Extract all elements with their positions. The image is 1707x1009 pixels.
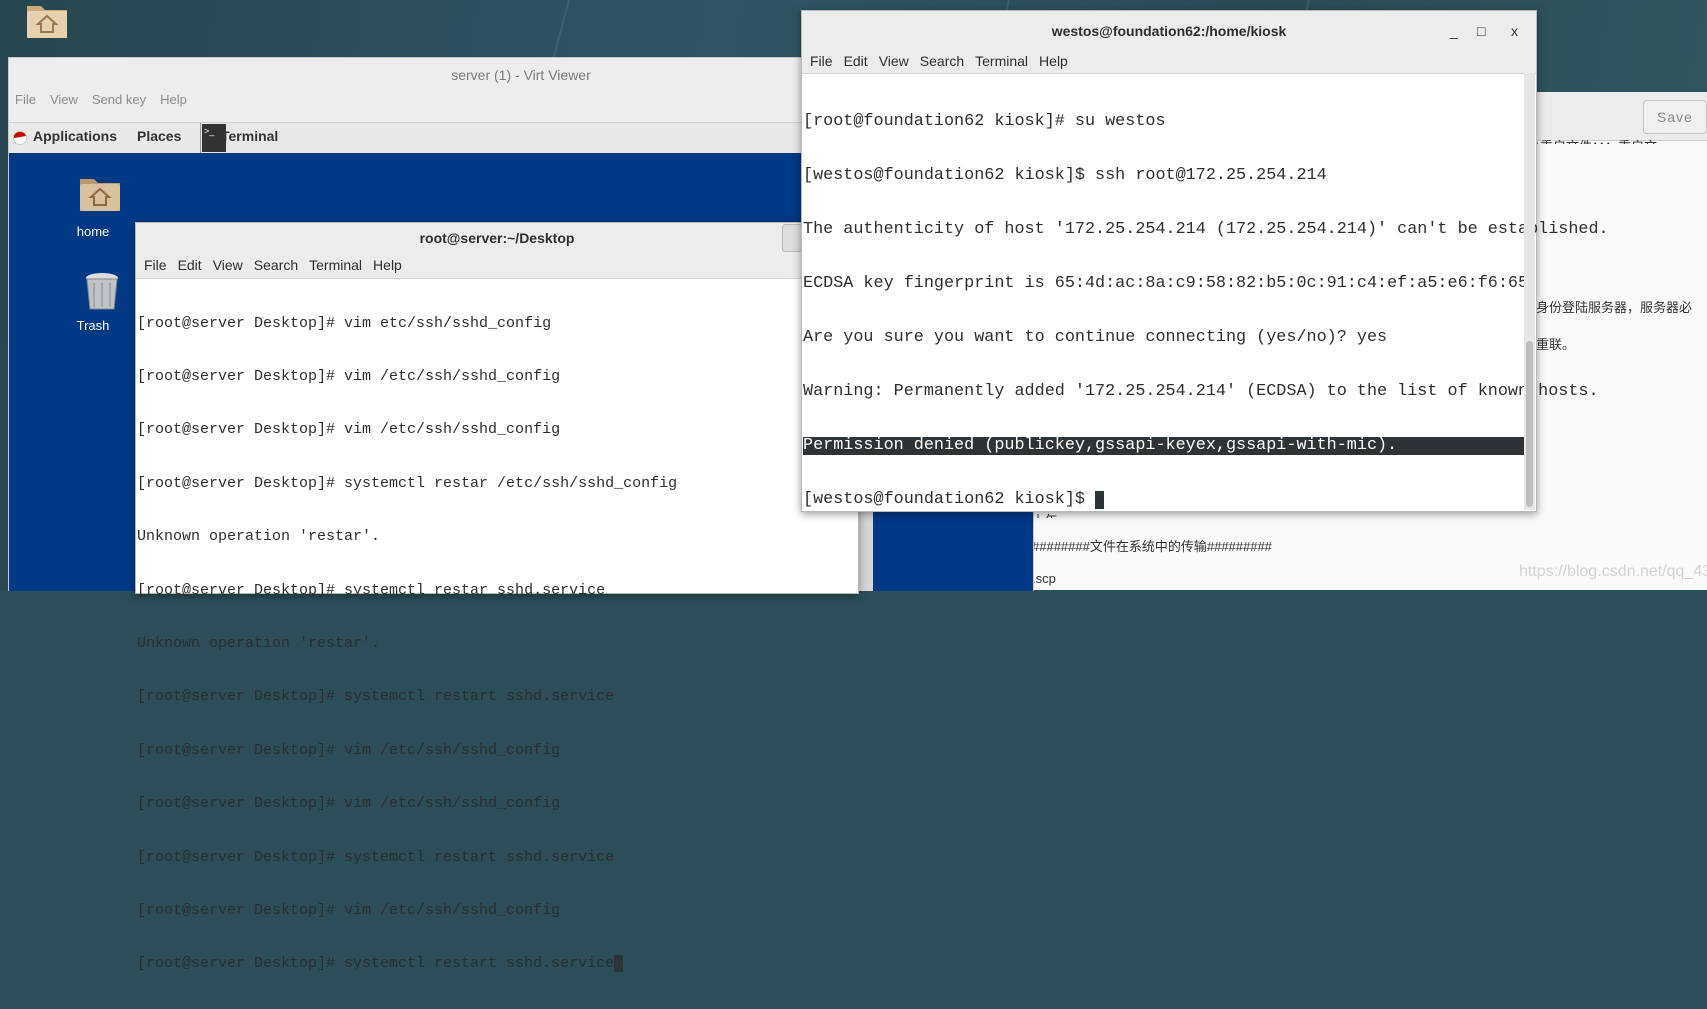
blog-text-line: 总重启文件：：：重启文 bbox=[1527, 136, 1657, 144]
scrollbar-track[interactable] bbox=[1524, 73, 1535, 510]
menu-help[interactable]: Help bbox=[1039, 53, 1068, 69]
terminal-line: [westos@foundation62 kiosk]$ bbox=[803, 490, 1096, 509]
trash-icon bbox=[85, 273, 118, 310]
terminal-line: [root@server Desktop]# systemctl restar … bbox=[137, 581, 606, 599]
terminal-menubar: File Edit View Search Terminal Help bbox=[802, 49, 1536, 74]
background-window-button bbox=[782, 224, 802, 252]
server-terminal-window: root@server:~/Desktop File Edit View Search… bbox=[135, 222, 859, 973]
window-title: root@server:~/Desktop bbox=[136, 223, 858, 253]
menu-search[interactable]: Search bbox=[254, 257, 298, 273]
desktop-icon-label: Trash bbox=[76, 318, 110, 333]
terminal-line: Unknown operation 'restar'. bbox=[137, 634, 381, 652]
blog-text-line: 身份登陆服务器，服务器必 bbox=[1536, 300, 1693, 315]
menu-edit[interactable]: Edit bbox=[178, 257, 202, 273]
menu-help[interactable]: Help bbox=[160, 92, 187, 107]
terminal-line: Are you sure you want to continue connec… bbox=[803, 328, 1388, 347]
desktop-icon-trash[interactable]: Trash bbox=[75, 271, 128, 333]
foundation-terminal-window: westos@foundation62:/home/kiosk _ □ x Fi… bbox=[801, 10, 1609, 512]
menu-view[interactable]: View bbox=[879, 53, 909, 69]
redhat-logo-icon bbox=[13, 131, 27, 145]
desktop-icon-label: home bbox=[76, 224, 110, 239]
places-menu[interactable]: Places bbox=[137, 128, 181, 144]
applications-menu[interactable]: Applications bbox=[33, 128, 117, 144]
terminal-line: ECDSA key fingerprint is 65:4d:ac:8a:c9:… bbox=[803, 274, 1539, 293]
terminal-line: [root@server Desktop]# vim /etc/ssh/sshd… bbox=[137, 367, 561, 385]
scrollbar-thumb[interactable] bbox=[1526, 341, 1533, 507]
terminal-line: [root@foundation62 kiosk]# su westos bbox=[803, 112, 1166, 131]
menu-search[interactable]: Search bbox=[920, 53, 964, 69]
terminal-line: [root@server Desktop]# vim /etc/ssh/sshd… bbox=[137, 741, 561, 759]
blog-text-line: .scp bbox=[1032, 571, 1056, 586]
menu-file[interactable]: File bbox=[144, 257, 167, 273]
terminal-line: [root@server Desktop]# vim /etc/ssh/sshd… bbox=[137, 421, 561, 439]
menu-view[interactable]: View bbox=[50, 92, 78, 107]
save-button[interactable]: Save bbox=[1643, 100, 1707, 134]
minimize-button[interactable]: _ bbox=[1450, 16, 1458, 46]
menu-help[interactable]: Help bbox=[373, 257, 402, 273]
taskbar-terminal[interactable]: Terminal bbox=[221, 128, 278, 144]
window-title: westos@foundation62:/home/kiosk bbox=[802, 11, 1536, 51]
maximize-button[interactable]: □ bbox=[1477, 16, 1485, 46]
menu-terminal[interactable]: Terminal bbox=[975, 53, 1028, 69]
terminal-line: [root@server Desktop]# systemctl restart… bbox=[137, 688, 615, 706]
terminal-output[interactable]: [root@foundation62 kiosk]# su westos [we… bbox=[803, 77, 1609, 545]
terminal-line: [root@server Desktop]# vim /etc/ssh/sshd… bbox=[137, 901, 561, 919]
menu-terminal[interactable]: Terminal bbox=[309, 257, 362, 273]
menu-send-key[interactable]: Send key bbox=[92, 92, 146, 107]
terminal-line: The authenticity of host '172.25.254.214… bbox=[803, 220, 1609, 239]
terminal-line: [root@server Desktop]# systemctl restar … bbox=[137, 474, 678, 492]
menu-file[interactable]: File bbox=[810, 53, 833, 69]
menu-file[interactable]: File bbox=[15, 92, 36, 107]
menu-edit[interactable]: Edit bbox=[844, 53, 868, 69]
terminal-line: Unknown operation 'restar'. bbox=[137, 528, 381, 546]
close-button[interactable]: x bbox=[1511, 16, 1518, 46]
terminal-output[interactable]: [root@server Desktop]# vim etc/ssh/sshd_… bbox=[137, 279, 677, 1009]
text-cursor bbox=[1095, 491, 1105, 509]
blog-text-line: 重联。 bbox=[1536, 337, 1576, 352]
home-folder-icon bbox=[79, 179, 120, 211]
desktop-icon-home[interactable]: home bbox=[71, 175, 128, 239]
host-home-folder-icon[interactable] bbox=[25, 2, 69, 45]
terminal-line: [root@server Desktop]# vim /etc/ssh/sshd… bbox=[137, 795, 561, 813]
menu-view[interactable]: View bbox=[213, 257, 243, 273]
text-cursor bbox=[614, 955, 624, 973]
terminal-line: [root@server Desktop]# systemctl restart… bbox=[137, 955, 615, 973]
terminal-line: Warning: Permanently added '172.25.254.2… bbox=[803, 382, 1599, 401]
terminal-line: [root@server Desktop]# vim etc/ssh/sshd_… bbox=[137, 314, 552, 332]
terminal-line: [root@server Desktop]# systemctl restart… bbox=[137, 848, 615, 866]
terminal-line: [westos@foundation62 kiosk]$ ssh root@17… bbox=[803, 166, 1327, 185]
watermark: https://blog.csdn.net/qq_43340814 bbox=[1519, 563, 1707, 580]
virt-viewer-menubar: File View Send key Help bbox=[15, 92, 201, 114]
terminal-menubar: File Edit View Search Terminal Help bbox=[136, 253, 858, 279]
terminal-line-selected: Permission denied (publickey,gssapi-keye… bbox=[803, 437, 1525, 455]
